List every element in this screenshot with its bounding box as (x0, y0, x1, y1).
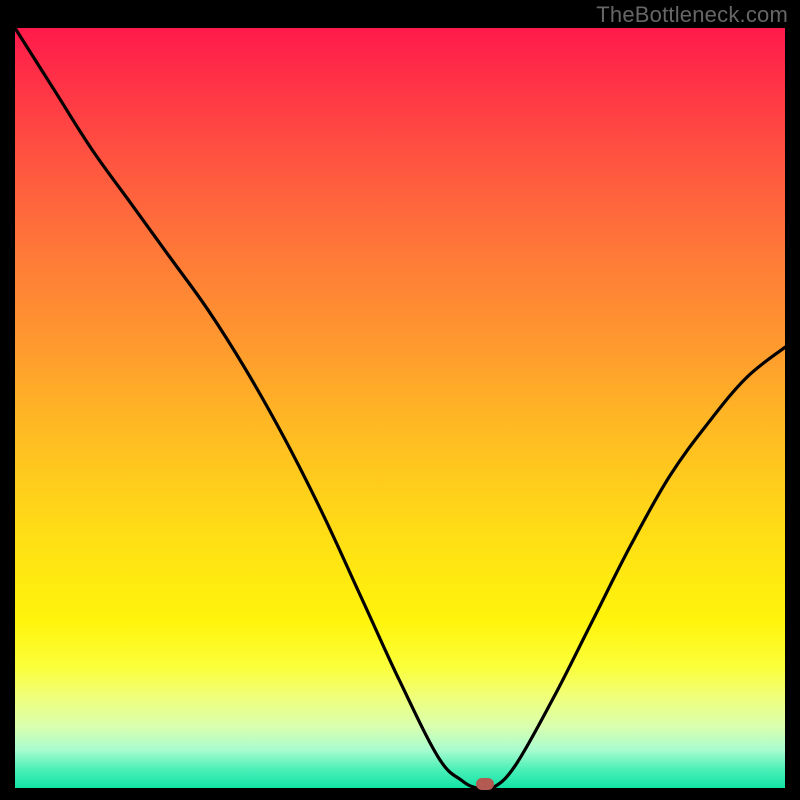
bottleneck-curve (15, 28, 785, 788)
optimal-point-marker (476, 778, 494, 790)
plot-area (15, 28, 785, 788)
watermark-text: TheBottleneck.com (596, 2, 788, 28)
curve-path (15, 28, 785, 788)
chart-frame: TheBottleneck.com (0, 0, 800, 800)
